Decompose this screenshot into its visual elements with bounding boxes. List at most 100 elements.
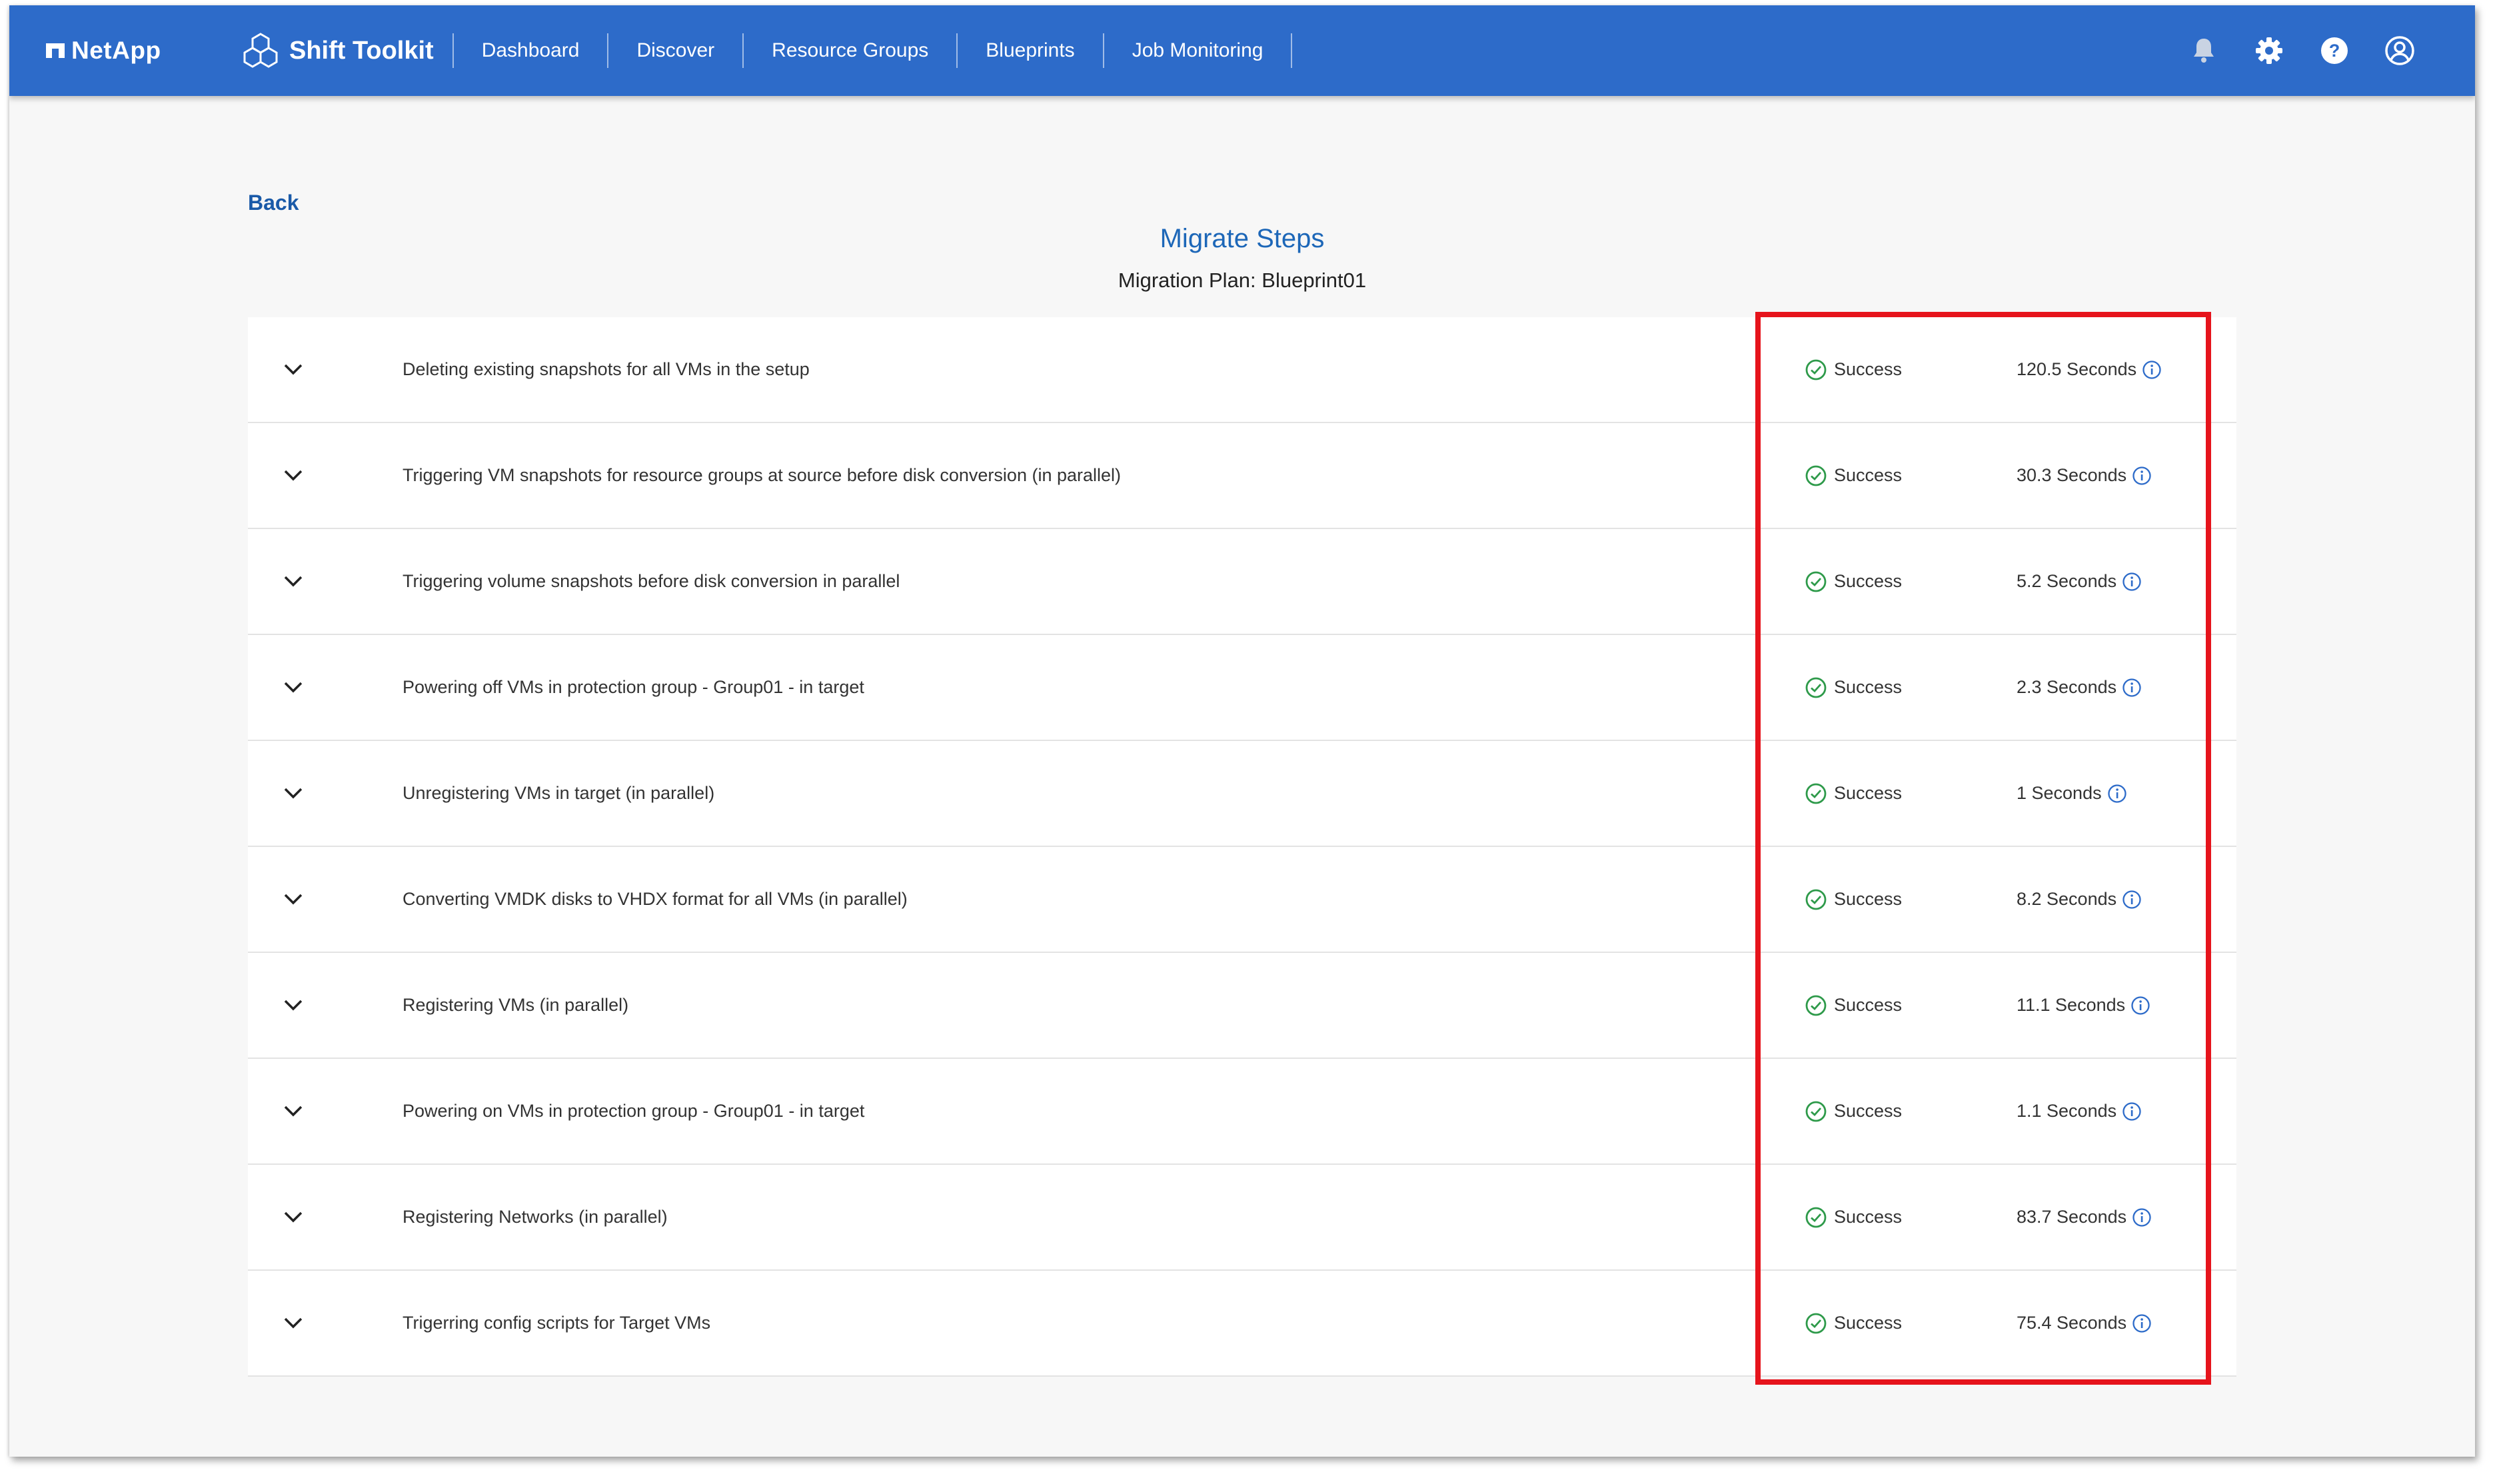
app-name: Shift Toolkit: [289, 36, 434, 65]
chevron-down-icon[interactable]: [280, 356, 307, 382]
step-row[interactable]: Registering VMs (in parallel) Success 11.1…: [248, 953, 2236, 1059]
step-row[interactable]: Converting VMDK disks to VHDX format for…: [248, 847, 2236, 953]
chevron-down-icon[interactable]: [280, 780, 307, 806]
info-icon[interactable]: [2122, 572, 2142, 592]
svg-text:?: ?: [2329, 41, 2340, 61]
step-row[interactable]: Powering on VMs in protection group - Gr…: [248, 1059, 2236, 1165]
step-label: Trigerring config scripts for Target VMs: [403, 1313, 711, 1333]
step-status: Success: [1805, 1312, 1902, 1335]
app-title[interactable]: Shift Toolkit: [241, 33, 454, 68]
step-label: Triggering volume snapshots before disk …: [403, 571, 900, 591]
nav-resource-groups[interactable]: Resource Groups: [744, 33, 958, 68]
status-text: Success: [1834, 783, 1903, 803]
step-duration: 83.7 Seconds: [2017, 1207, 2152, 1227]
success-check-icon: [1805, 995, 1827, 1016]
step-status: Success: [1805, 994, 1902, 1017]
step-duration: 30.3 Seconds: [2017, 465, 2152, 486]
step-status: Success: [1805, 676, 1902, 699]
app-window: NetApp Shift Toolkit Dashboard Discover …: [9, 5, 2475, 1457]
info-icon[interactable]: [2107, 784, 2127, 804]
step-row[interactable]: Unregistering VMs in target (in parallel…: [248, 741, 2236, 847]
step-row[interactable]: Powering off VMs in protection group - G…: [248, 635, 2236, 741]
chevron-down-icon[interactable]: [280, 1098, 307, 1124]
brand-name: NetApp: [71, 37, 161, 64]
step-row[interactable]: Triggering volume snapshots before disk …: [248, 529, 2236, 635]
duration-text: 75.4 Seconds: [2017, 1313, 2127, 1333]
duration-text: 83.7 Seconds: [2017, 1207, 2127, 1227]
step-row[interactable]: Registering Networks (in parallel) Succes…: [248, 1165, 2236, 1271]
step-label: Triggering VM snapshots for resource gro…: [403, 465, 1122, 485]
info-icon[interactable]: [2122, 890, 2142, 910]
chevron-down-icon[interactable]: [280, 462, 307, 488]
status-text: Success: [1834, 995, 1903, 1015]
success-check-icon: [1805, 1207, 1827, 1227]
status-text: Success: [1834, 359, 1903, 379]
step-duration: 5.2 Seconds: [2017, 571, 2142, 592]
success-check-icon: [1805, 889, 1827, 910]
success-check-icon: [1805, 783, 1827, 804]
step-row[interactable]: Deleting existing snapshots for all VMs …: [248, 317, 2236, 423]
duration-text: 11.1 Seconds: [2017, 995, 2126, 1015]
step-status: Success: [1805, 782, 1902, 805]
bell-icon[interactable]: [2188, 35, 2219, 66]
status-text: Success: [1834, 1207, 1903, 1227]
step-duration: 11.1 Seconds: [2017, 995, 2150, 1016]
step-duration: 1 Seconds: [2017, 783, 2127, 804]
duration-text: 120.5 Seconds: [2017, 359, 2137, 379]
netapp-logo-icon: [46, 43, 65, 58]
nav-dashboard[interactable]: Dashboard: [454, 33, 609, 68]
step-label: Registering VMs (in parallel): [403, 995, 629, 1015]
netapp-logo[interactable]: NetApp: [46, 37, 209, 65]
step-duration: 75.4 Seconds: [2017, 1313, 2152, 1333]
info-icon[interactable]: [2130, 996, 2150, 1016]
step-duration: 8.2 Seconds: [2017, 889, 2142, 910]
chevron-down-icon[interactable]: [280, 992, 307, 1018]
nav-blueprints[interactable]: Blueprints: [958, 33, 1104, 68]
success-check-icon: [1805, 571, 1827, 592]
duration-text: 5.2 Seconds: [2017, 571, 2117, 591]
gear-icon[interactable]: [2254, 35, 2284, 66]
page-title: Migrate Steps: [1160, 224, 1325, 253]
nav-discover[interactable]: Discover: [608, 33, 744, 68]
steps-list: Deleting existing snapshots for all VMs …: [248, 317, 2236, 1377]
step-status: Success: [1805, 570, 1902, 593]
chevron-down-icon[interactable]: [280, 1309, 307, 1336]
user-icon[interactable]: [2384, 35, 2415, 66]
info-icon[interactable]: [2132, 466, 2152, 486]
info-icon[interactable]: [2122, 1102, 2142, 1121]
step-label: Unregistering VMs in target (in parallel…: [403, 783, 715, 803]
success-check-icon: [1805, 1313, 1827, 1333]
top-navbar: NetApp Shift Toolkit Dashboard Discover …: [9, 5, 2475, 96]
duration-text: 30.3 Seconds: [2017, 465, 2127, 485]
status-text: Success: [1834, 1313, 1903, 1333]
success-check-icon: [1805, 465, 1827, 486]
status-text: Success: [1834, 1101, 1903, 1121]
step-duration: 2.3 Seconds: [2017, 677, 2142, 698]
step-row[interactable]: Triggering VM snapshots for resource gro…: [248, 423, 2236, 529]
nav-job-monitoring[interactable]: Job Monitoring: [1104, 33, 1293, 68]
step-status: Success: [1805, 1206, 1902, 1229]
step-label: Powering off VMs in protection group - G…: [403, 677, 864, 697]
info-icon[interactable]: [2122, 678, 2142, 698]
success-check-icon: [1805, 677, 1827, 698]
duration-text: 2.3 Seconds: [2017, 677, 2117, 697]
status-text: Success: [1834, 889, 1903, 909]
step-status: Success: [1805, 464, 1902, 487]
step-label: Powering on VMs in protection group - Gr…: [403, 1101, 865, 1121]
chevron-down-icon[interactable]: [280, 886, 307, 912]
chevron-down-icon[interactable]: [280, 1203, 307, 1230]
info-icon[interactable]: [2132, 1313, 2152, 1333]
status-text: Success: [1834, 571, 1903, 591]
back-link[interactable]: Back: [248, 191, 299, 215]
chevron-down-icon[interactable]: [280, 568, 307, 594]
duration-text: 1.1 Seconds: [2017, 1101, 2117, 1121]
info-icon[interactable]: [2132, 1207, 2152, 1227]
info-icon[interactable]: [2142, 360, 2162, 380]
step-label: Deleting existing snapshots for all VMs …: [403, 359, 810, 379]
step-status: Success: [1805, 888, 1902, 911]
chevron-down-icon[interactable]: [280, 674, 307, 700]
step-row[interactable]: Trigerring config scripts for Target VMs…: [248, 1271, 2236, 1377]
duration-text: 1 Seconds: [2017, 783, 2102, 803]
success-check-icon: [1805, 359, 1827, 380]
help-icon[interactable]: ?: [2319, 35, 2350, 66]
